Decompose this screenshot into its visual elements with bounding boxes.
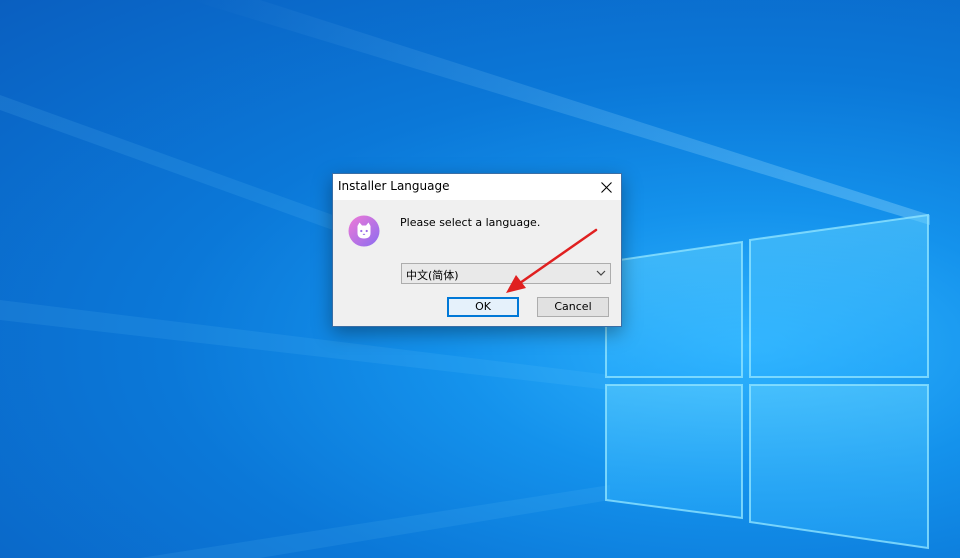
close-button[interactable] [591, 174, 621, 200]
cancel-button[interactable]: Cancel [537, 297, 609, 317]
installer-language-dialog: Installer Language Please select a langu… [332, 173, 622, 327]
cat-app-icon [348, 215, 380, 247]
language-prompt: Please select a language. [400, 216, 541, 229]
language-select[interactable]: 中文(简体) [401, 263, 611, 284]
chevron-down-icon [596, 270, 606, 276]
close-icon [600, 181, 612, 193]
dialog-titlebar[interactable]: Installer Language [333, 174, 621, 200]
desktop-background: Installer Language Please select a langu… [0, 0, 960, 558]
dialog-title: Installer Language [338, 179, 450, 193]
language-select-value: 中文(简体) [406, 269, 459, 282]
ok-button[interactable]: OK [447, 297, 519, 317]
